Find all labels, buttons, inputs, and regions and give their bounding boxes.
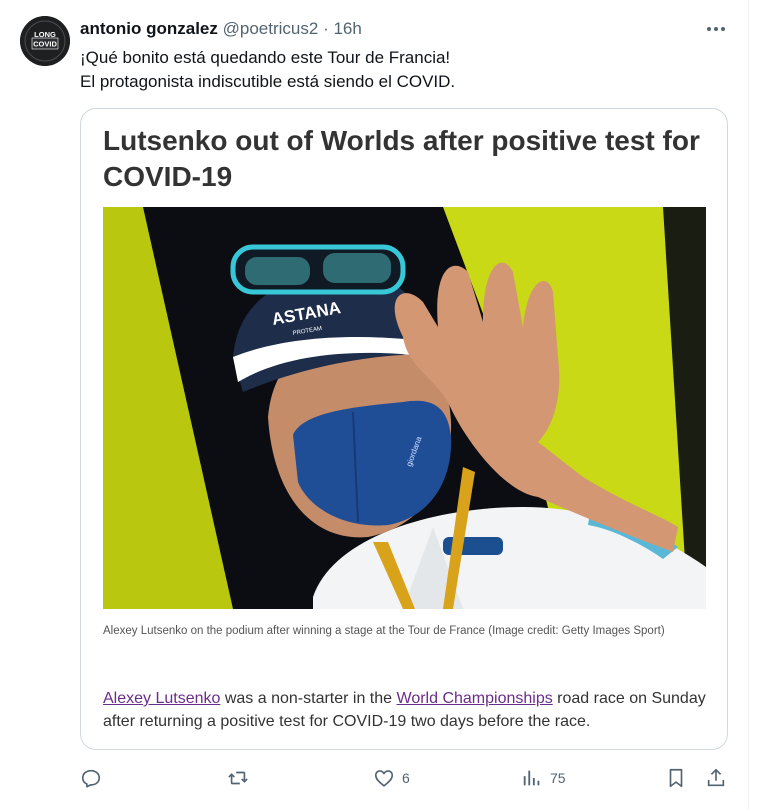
- share-icon: [707, 768, 725, 787]
- heart-icon: [374, 770, 394, 787]
- link-world-championships[interactable]: World Championships: [397, 690, 553, 707]
- tweet-timestamp[interactable]: 16h: [333, 19, 361, 38]
- bookmark-icon: [669, 768, 683, 788]
- tweet-header: antonio gonzalez @poetricus2 · 16h: [80, 18, 362, 40]
- separator-dot: ·: [323, 19, 329, 38]
- views-icon: [523, 770, 540, 786]
- retweet-icon: [228, 771, 248, 785]
- author-handle[interactable]: @poetricus2: [223, 19, 319, 38]
- author-name[interactable]: antonio gonzalez: [80, 19, 218, 38]
- bookmark-button[interactable]: [665, 766, 687, 790]
- link-card[interactable]: Lutsenko out of Worlds after positive te…: [80, 108, 728, 750]
- card-headline[interactable]: Lutsenko out of Worlds after positive te…: [103, 123, 703, 195]
- photo-caption: Alexey Lutsenko on the podium after winn…: [103, 625, 665, 637]
- reply-icon: [81, 769, 101, 788]
- views-count: 75: [550, 770, 566, 786]
- retweet-button[interactable]: [227, 766, 256, 790]
- views-button[interactable]: 75: [521, 766, 566, 790]
- body-text-segment: was a non-starter in the: [220, 690, 397, 707]
- tweet-text-line: El protagonista indiscutible está siendo…: [80, 72, 456, 91]
- tweet-actions: 6 75: [80, 766, 740, 790]
- avatar[interactable]: LONG COVID: [20, 16, 70, 66]
- like-count: 6: [402, 770, 410, 786]
- avatar-text-long: LONG: [34, 30, 56, 39]
- tweet-text-line: ¡Qué bonito está quedando este Tour de F…: [80, 48, 451, 67]
- share-button[interactable]: [705, 766, 727, 790]
- more-options-button[interactable]: [704, 18, 728, 40]
- card-body-text: Alexey Lutsenko was a non-starter in the…: [103, 687, 713, 733]
- tweet-text: ¡Qué bonito está quedando este Tour de F…: [80, 46, 455, 94]
- link-alexey-lutsenko[interactable]: Alexey Lutsenko: [103, 690, 220, 707]
- avatar-text-covid: COVID: [33, 40, 57, 49]
- tweet[interactable]: LONG COVID antonio gonzalez @poetricus2 …: [0, 0, 749, 810]
- more-dots-icon: [707, 27, 725, 31]
- article-photo[interactable]: ASTANA PROTEAM giordana: [103, 207, 706, 609]
- reply-button[interactable]: [80, 766, 109, 790]
- like-button[interactable]: 6: [373, 766, 410, 790]
